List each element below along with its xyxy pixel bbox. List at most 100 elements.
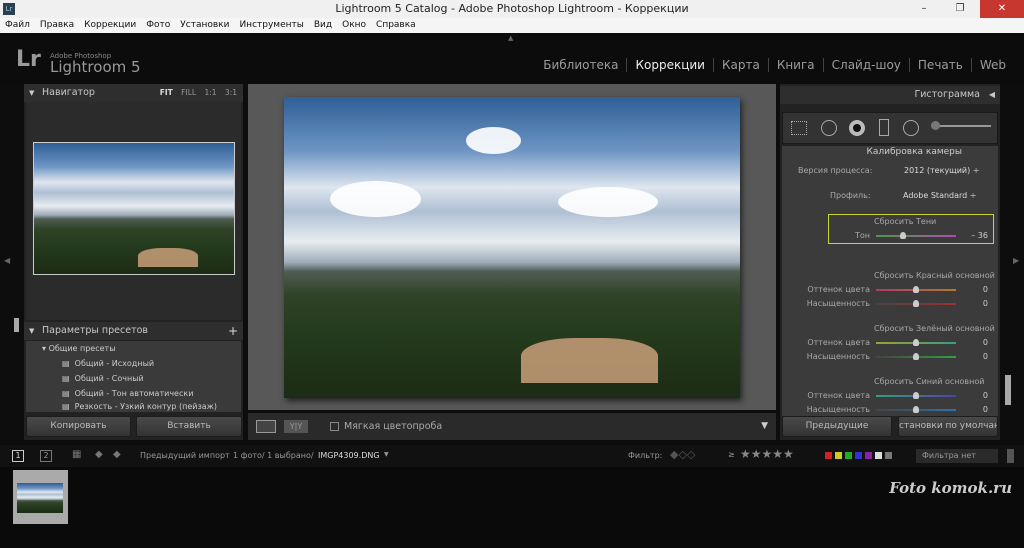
preset-item[interactable]: ▤ Общий - Сочный bbox=[62, 374, 144, 383]
left-scrollbar[interactable] bbox=[14, 318, 19, 332]
green-title[interactable]: Сбросить Зелёный основной bbox=[874, 324, 995, 333]
spot-removal-icon[interactable] bbox=[821, 120, 837, 136]
red-title[interactable]: Сбросить Красный основной bbox=[874, 271, 995, 280]
radial-filter-icon[interactable] bbox=[903, 120, 919, 136]
preset-item[interactable]: ▤ Общий - Исходный bbox=[62, 359, 154, 368]
module-book[interactable]: Книга bbox=[767, 58, 823, 72]
module-library[interactable]: Библиотека bbox=[535, 58, 626, 72]
toolbar-menu-icon[interactable]: ▼ bbox=[761, 421, 768, 431]
menu-edit[interactable]: Правка bbox=[40, 18, 74, 33]
color-white[interactable] bbox=[875, 452, 882, 459]
rating-operator[interactable]: ≥ bbox=[728, 450, 735, 459]
menu-help[interactable]: Справка bbox=[376, 18, 416, 33]
slider-knob[interactable] bbox=[900, 232, 906, 239]
green-sat-value[interactable]: 0 bbox=[983, 352, 988, 361]
color-red[interactable] bbox=[825, 452, 832, 459]
profile-select[interactable]: Adobe Standard ÷ bbox=[903, 191, 977, 200]
forward-arrow-icon[interactable]: ◆ bbox=[113, 449, 121, 460]
brush-slider[interactable] bbox=[933, 125, 991, 127]
add-preset-button[interactable]: + bbox=[228, 322, 238, 340]
color-blue[interactable] bbox=[855, 452, 862, 459]
shadows-title[interactable]: Сбросить Тени bbox=[874, 217, 936, 226]
collapse-right-icon[interactable]: ▶ bbox=[1013, 256, 1019, 265]
previous-button[interactable]: Предыдущие bbox=[782, 416, 892, 437]
red-eye-icon[interactable] bbox=[849, 120, 865, 136]
rating-stars[interactable]: ★★★★★ bbox=[740, 447, 794, 461]
slider-knob[interactable] bbox=[913, 286, 919, 293]
green-hue-value[interactable]: 0 bbox=[983, 338, 988, 347]
copy-button[interactable]: Копировать bbox=[26, 416, 131, 437]
navigator-preview[interactable] bbox=[33, 142, 235, 275]
menu-view[interactable]: Вид bbox=[314, 18, 332, 33]
menu-develop[interactable]: Коррекции bbox=[84, 18, 136, 33]
slider-knob[interactable] bbox=[913, 339, 919, 346]
module-web[interactable]: Web bbox=[970, 58, 1014, 72]
red-sat-row: Насыщенность 0 bbox=[782, 297, 998, 311]
reset-defaults-button[interactable]: становки по умолчанию. bbox=[898, 416, 998, 437]
maximize-button[interactable]: ❐ bbox=[946, 0, 974, 18]
collapse-left-icon[interactable]: ◀ bbox=[4, 256, 10, 265]
zoom-fill[interactable]: FILL bbox=[181, 88, 196, 97]
slider-knob[interactable] bbox=[913, 392, 919, 399]
main-photo[interactable] bbox=[284, 97, 740, 398]
collapse-top-icon[interactable]: ▲ bbox=[508, 34, 513, 42]
soft-proof-checkbox[interactable] bbox=[330, 422, 339, 431]
back-arrow-icon[interactable]: ◆ bbox=[95, 449, 103, 460]
menu-tools[interactable]: Инструменты bbox=[239, 18, 303, 33]
primary-window-button[interactable]: 1 bbox=[12, 450, 24, 462]
blue-sat-value[interactable]: 0 bbox=[983, 405, 988, 414]
preset-folder[interactable]: ▾ Общие пресеты bbox=[42, 344, 116, 353]
shadows-tint-value[interactable]: – 36 bbox=[971, 231, 988, 240]
source-label[interactable]: Предыдущий импорт bbox=[140, 451, 230, 460]
module-slideshow[interactable]: Слайд-шоу bbox=[822, 58, 909, 72]
navigator-header[interactable]: ▼ Навигатор FIT FILL 1:1 3:1 bbox=[24, 84, 243, 102]
close-button[interactable]: ✕ bbox=[980, 0, 1024, 18]
red-sat-value[interactable]: 0 bbox=[983, 299, 988, 308]
menu-settings[interactable]: Установки bbox=[180, 18, 229, 33]
file-name[interactable]: IMGP4309.DNG bbox=[318, 451, 380, 460]
calibration-title[interactable]: Калибровка камеры bbox=[867, 147, 963, 158]
filter-preset-select[interactable]: Фильтра нет bbox=[916, 449, 998, 463]
zoom-1-1[interactable]: 1:1 bbox=[204, 88, 216, 97]
grid-icon[interactable]: ▦ bbox=[72, 449, 81, 460]
color-yellow[interactable] bbox=[835, 452, 842, 459]
before-after-button[interactable]: Y|Y bbox=[284, 420, 308, 433]
menu-photo[interactable]: Фото bbox=[146, 18, 170, 33]
zoom-fit[interactable]: FIT bbox=[160, 88, 173, 97]
minimize-button[interactable]: – bbox=[910, 0, 938, 18]
module-develop[interactable]: Коррекции bbox=[626, 58, 713, 72]
color-green[interactable] bbox=[845, 452, 852, 459]
module-map[interactable]: Карта bbox=[712, 58, 768, 72]
blue-hue-value[interactable]: 0 bbox=[983, 391, 988, 400]
crop-tool-icon[interactable] bbox=[791, 121, 807, 135]
right-scrollbar[interactable] bbox=[1005, 375, 1011, 405]
secondary-window-button[interactable]: 2 bbox=[40, 450, 52, 462]
shadows-tint-slider[interactable] bbox=[876, 235, 956, 237]
zoom-3-1[interactable]: 3:1 bbox=[225, 88, 237, 97]
blue-title[interactable]: Сбросить Синий основной bbox=[874, 377, 984, 386]
menu-file[interactable]: Файл bbox=[5, 18, 30, 33]
brush-icon[interactable] bbox=[931, 121, 940, 130]
color-gray[interactable] bbox=[885, 452, 892, 459]
slider-knob[interactable] bbox=[913, 406, 919, 413]
filter-lock-icon[interactable] bbox=[1007, 449, 1014, 463]
red-hue-value[interactable]: 0 bbox=[983, 285, 988, 294]
slider-knob[interactable] bbox=[913, 353, 919, 360]
slider-knob[interactable] bbox=[913, 300, 919, 307]
histogram-header[interactable]: Гистограмма ◀ bbox=[780, 86, 1000, 104]
dropdown-icon[interactable]: ▼ bbox=[384, 451, 389, 458]
graduated-filter-icon[interactable] bbox=[879, 119, 889, 136]
filmstrip-thumbnail[interactable] bbox=[13, 470, 68, 524]
paste-button[interactable]: Вставить bbox=[136, 416, 242, 437]
module-print[interactable]: Печать bbox=[908, 58, 971, 72]
presets-header[interactable]: ▼ Параметры пресетов + bbox=[24, 322, 243, 340]
window-title: Lightroom 5 Catalog - Adobe Photoshop Li… bbox=[335, 2, 689, 15]
process-select[interactable]: 2012 (текущий) ÷ bbox=[904, 166, 979, 175]
preset-item[interactable]: ▤ Общий - Тон автоматически bbox=[62, 389, 193, 398]
flag-filter-icon[interactable]: ◆◇◇ bbox=[670, 448, 695, 461]
color-purple[interactable] bbox=[865, 452, 872, 459]
loupe-view-button[interactable] bbox=[256, 420, 276, 433]
blue-hue-row: Оттенок цвета 0 bbox=[782, 389, 998, 403]
preset-item[interactable]: ▤ Резкость - Узкий контур (пейзаж) bbox=[62, 402, 217, 412]
menu-window[interactable]: Окно bbox=[342, 18, 366, 33]
